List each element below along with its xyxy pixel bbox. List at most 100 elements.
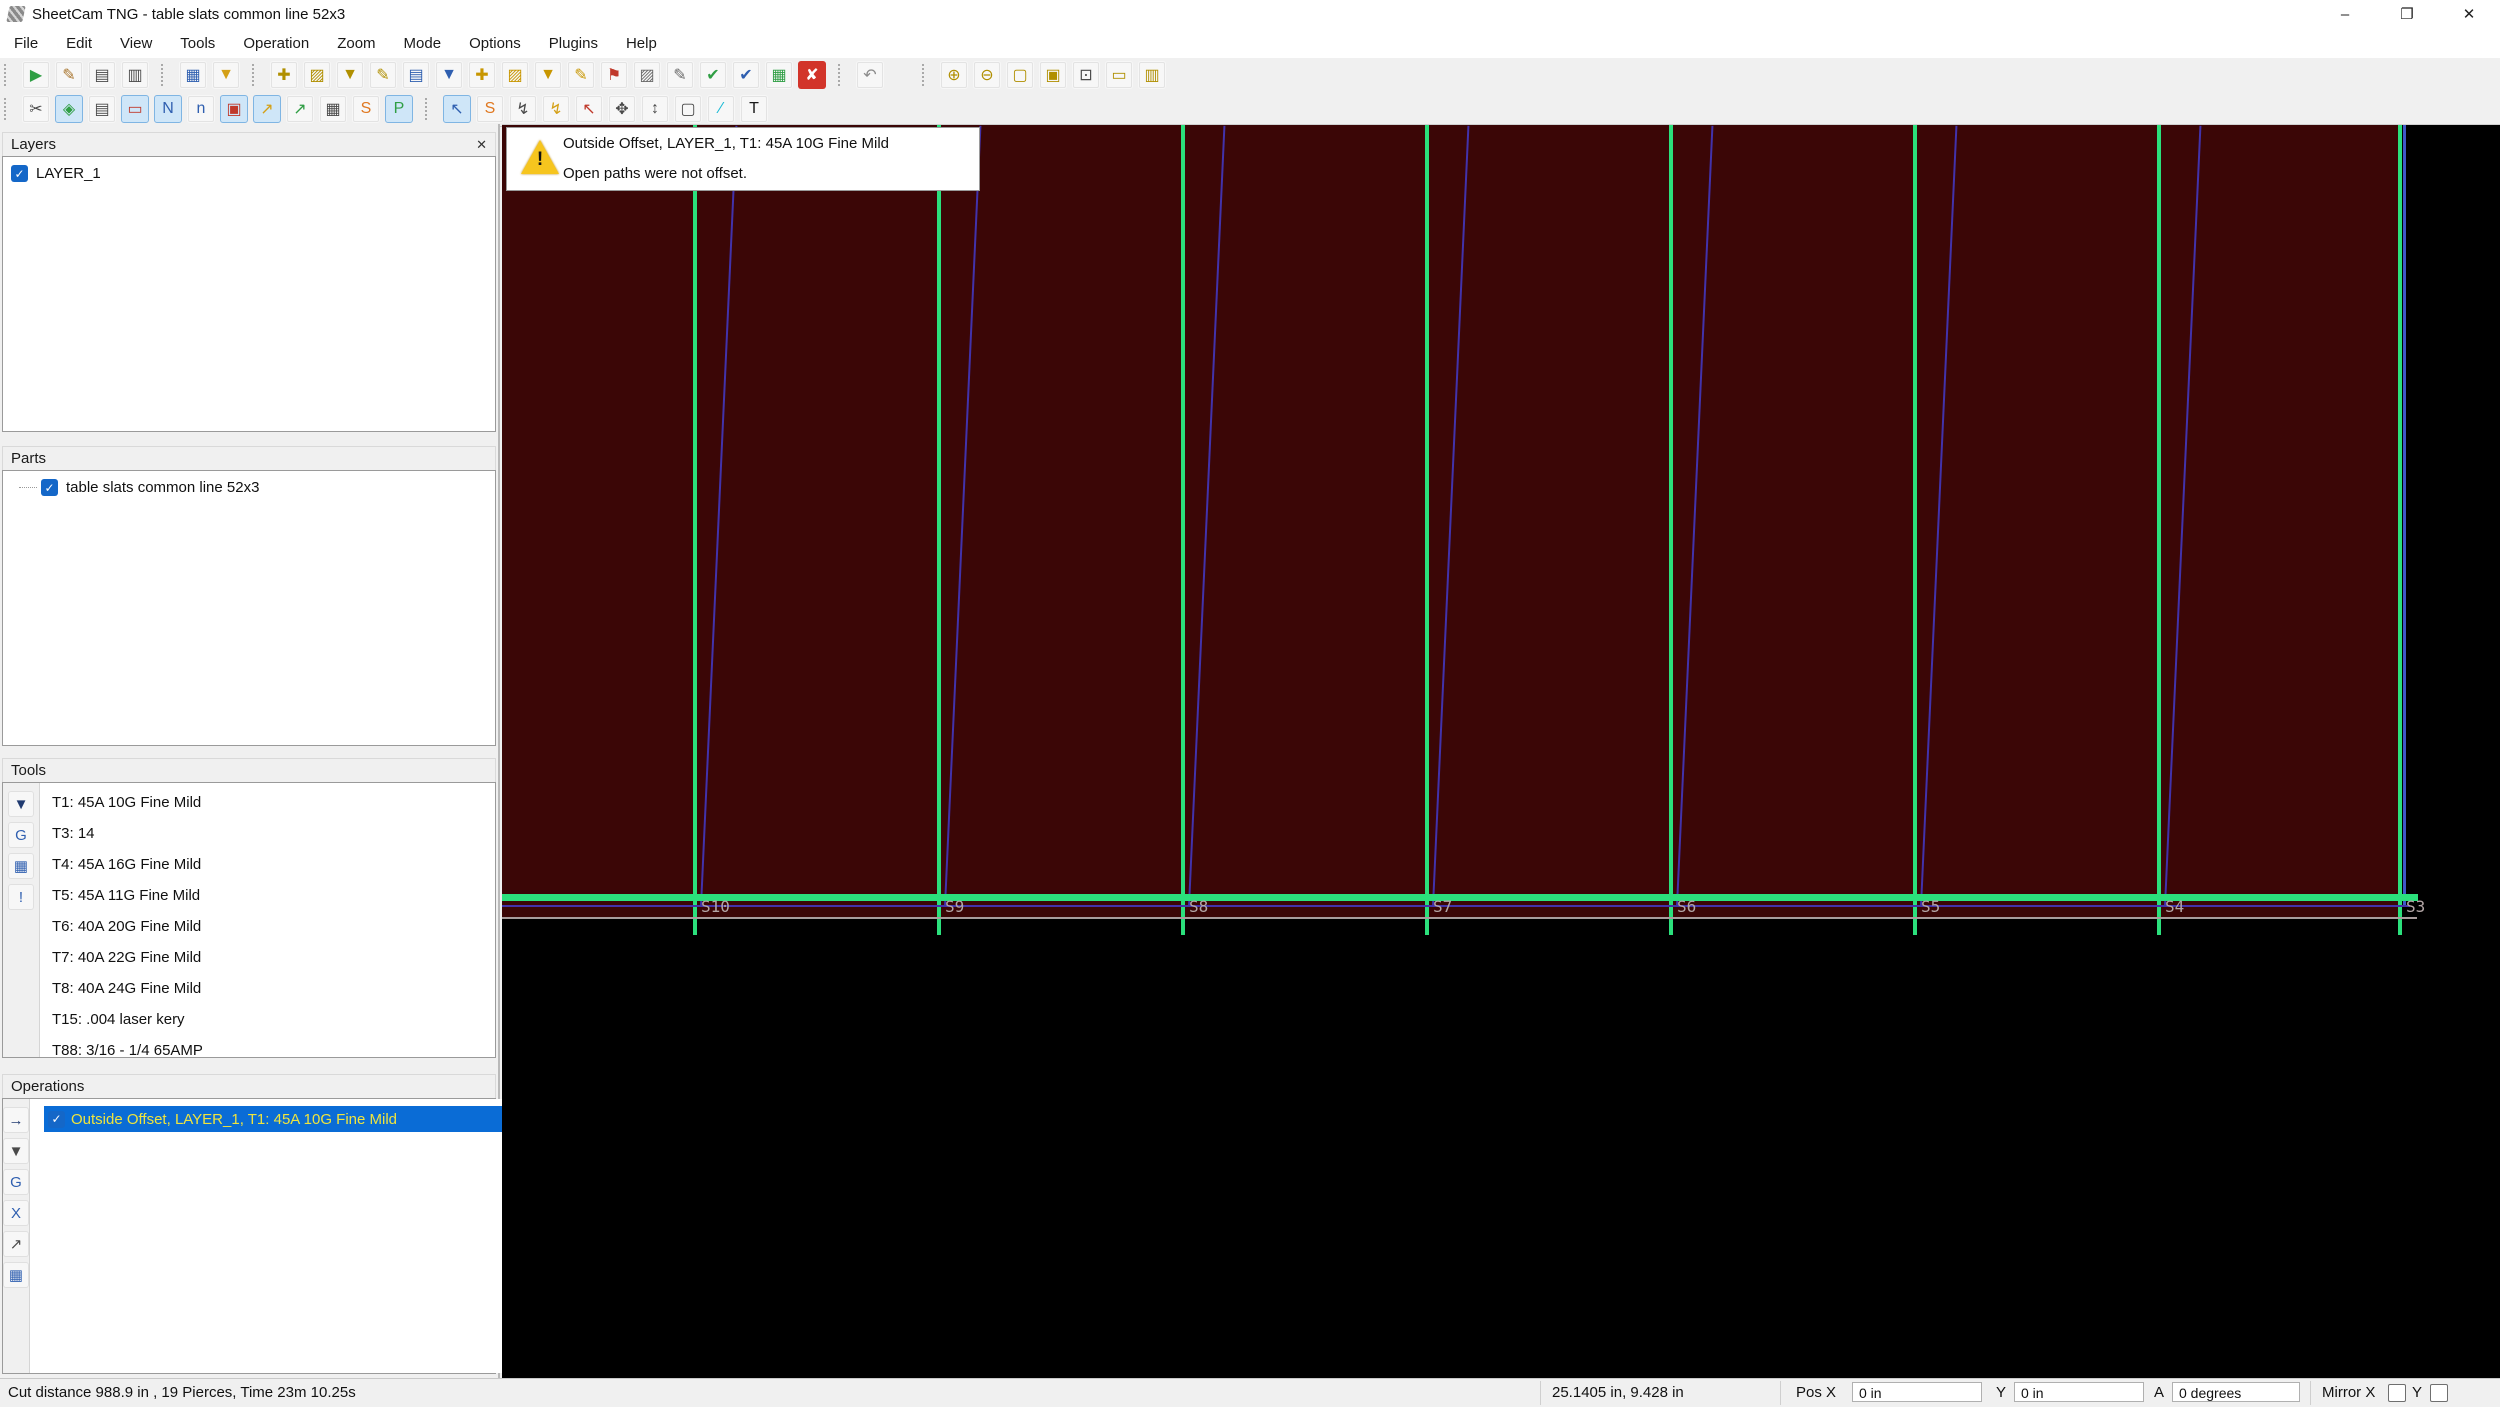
box-select-icon[interactable]: ▢ [674,95,702,123]
open-toolset-icon[interactable]: ▨ [633,61,661,89]
save-job-icon[interactable]: ▼ [336,61,364,89]
undo-icon[interactable]: ↶ [856,61,884,89]
layer-checkbox[interactable]: ✓ [11,165,28,182]
resize-part-icon[interactable]: ↕ [641,95,669,123]
mirror-x-checkbox[interactable] [2388,1384,2406,1402]
quick-select-icon[interactable]: ↯ [509,95,537,123]
menu-plugins[interactable]: Plugins [535,35,612,52]
tool-row[interactable]: T7: 40A 22G Fine Mild [40,942,495,973]
cut-line-S10[interactable] [693,125,697,935]
zoom-all-parts-icon[interactable]: ▣ [1039,61,1067,89]
snap-guide-icon[interactable]: ∕ [707,95,735,123]
op-gcode-icon[interactable]: G [3,1169,29,1195]
add-text-icon[interactable]: T [740,95,768,123]
toolbar-grip[interactable] [4,64,10,86]
save-part-icon[interactable]: ▼ [534,61,562,89]
plot-icon[interactable]: ▥ [121,61,149,89]
menu-operation[interactable]: Operation [229,35,323,52]
op-output-icon[interactable]: → [3,1107,29,1133]
tool-row[interactable]: T5: 45A 11G Fine Mild [40,880,495,911]
pos-x-input[interactable]: 0 in [1852,1382,1982,1402]
open-job-icon[interactable]: ▨ [303,61,331,89]
restore-button[interactable]: ❐ [2376,0,2438,28]
show-cut-paths-icon[interactable]: ▭ [121,95,149,123]
cut-line-S8[interactable] [1181,125,1185,935]
copy-part-icon[interactable]: ▤ [402,61,430,89]
zoom-part-icon[interactable]: ▢ [1006,61,1034,89]
op-tool-path-icon[interactable]: ↗ [3,1231,29,1257]
zoom-sheet-icon[interactable]: ▭ [1105,61,1133,89]
pos-y-input[interactable]: 0 in [2014,1382,2144,1402]
new-sheet-icon[interactable]: S [352,95,380,123]
toolbar-grip[interactable] [252,64,258,86]
zoom-extents-icon[interactable]: ⊡ [1072,61,1100,89]
tool-alert-icon[interactable]: ! [8,884,34,910]
contour-select-icon[interactable]: ↖ [575,95,603,123]
calculator-icon[interactable]: ▦ [179,61,207,89]
layers-close-icon[interactable]: ✕ [476,137,487,153]
measure-icon[interactable]: ↗ [286,95,314,123]
toolbar-grip[interactable] [161,64,167,86]
canvas-drawing[interactable]: ! Outside Offset, LAYER_1, T1: 45A 10G F… [502,124,2500,1378]
menu-zoom[interactable]: Zoom [323,35,389,52]
import-drawing-icon[interactable]: ⚑ [600,61,628,89]
menu-edit[interactable]: Edit [52,35,106,52]
menu-help[interactable]: Help [612,35,671,52]
cut-line-S3[interactable] [2398,125,2402,935]
close-button[interactable]: ✕ [2438,0,2500,28]
reload-table-icon[interactable]: ▦ [765,61,793,89]
minimize-button[interactable]: – [2314,0,2376,28]
tool-row[interactable]: T88: 3/16 - 1/4 65AMP [40,1035,495,1066]
edit-toolset-icon[interactable]: ✎ [666,61,694,89]
operation-checkbox[interactable]: ✓ [48,1111,65,1128]
tool-row[interactable]: T8: 40A 24G Fine Mild [40,973,495,1004]
op-drill-icon[interactable]: ▼ [3,1138,29,1164]
op-gcode-remove-icon[interactable]: X [3,1200,29,1226]
verify-tools-icon[interactable]: ✔ [699,61,727,89]
edit-part-icon[interactable]: ✎ [567,61,595,89]
toolbar-grip[interactable] [425,98,431,120]
print-icon[interactable]: ▤ [88,61,116,89]
tool-row[interactable]: T1: 45A 10G Fine Mild [40,787,495,818]
menu-mode[interactable]: Mode [390,35,456,52]
show-parts-icon[interactable]: P [385,95,413,123]
menu-options[interactable]: Options [455,35,535,52]
part-row[interactable]: ✓ table slats common line 52x3 [11,479,495,496]
pos-a-input[interactable]: 0 degrees [2172,1382,2300,1402]
op-table-icon[interactable]: ▦ [3,1262,29,1288]
new-job-icon[interactable]: ✚ [270,61,298,89]
tool-table-icon[interactable]: ▦ [8,853,34,879]
show-rapid-moves-icon[interactable]: ↗ [253,95,281,123]
mirror-y-checkbox[interactable] [2430,1384,2448,1402]
tool-row[interactable]: T3: 14 [40,818,495,849]
zoom-out-icon[interactable]: ⊖ [973,61,1001,89]
job-options-icon[interactable]: ✎ [55,61,83,89]
tool-row[interactable]: T4: 45A 16G Fine Mild [40,849,495,880]
delete-icon[interactable]: ✘ [798,61,826,89]
open-part-icon[interactable]: ▨ [501,61,529,89]
break-apart-icon[interactable]: ✂ [22,95,50,123]
move-part-icon[interactable]: ✥ [608,95,636,123]
torch-setup-icon[interactable]: ▼ [212,61,240,89]
save-tools-icon[interactable]: ✔ [732,61,760,89]
save-part-doc-icon[interactable]: ▼ [435,61,463,89]
start-point-select-icon[interactable]: S [476,95,504,123]
tool-row[interactable]: T15: .004 laser kery [40,1004,495,1035]
operation-row-selected[interactable]: ✓ Outside Offset, LAYER_1, T1: 45A 10G F… [44,1106,506,1132]
show-path-direction-icon[interactable]: n [187,95,215,123]
menu-tools[interactable]: Tools [166,35,229,52]
toolbar-grip[interactable] [922,64,928,86]
gcode-list-icon[interactable]: G [8,822,34,848]
zoom-in-icon[interactable]: ⊕ [940,61,968,89]
show-layers-icon[interactable]: ◈ [55,95,83,123]
menu-file[interactable]: File [0,35,52,52]
select-arrow-icon[interactable]: ↖ [443,95,471,123]
edit-job-icon[interactable]: ✎ [369,61,397,89]
show-path-nodes-icon[interactable]: N [154,95,182,123]
zoom-machine-icon[interactable]: ▥ [1138,61,1166,89]
part-checkbox[interactable]: ✓ [41,479,58,496]
show-machine-icon[interactable]: ▦ [319,95,347,123]
add-part-icon[interactable]: ✚ [468,61,496,89]
cut-line-S5[interactable] [1913,125,1917,935]
run-post-processor-icon[interactable]: ▶ [22,61,50,89]
